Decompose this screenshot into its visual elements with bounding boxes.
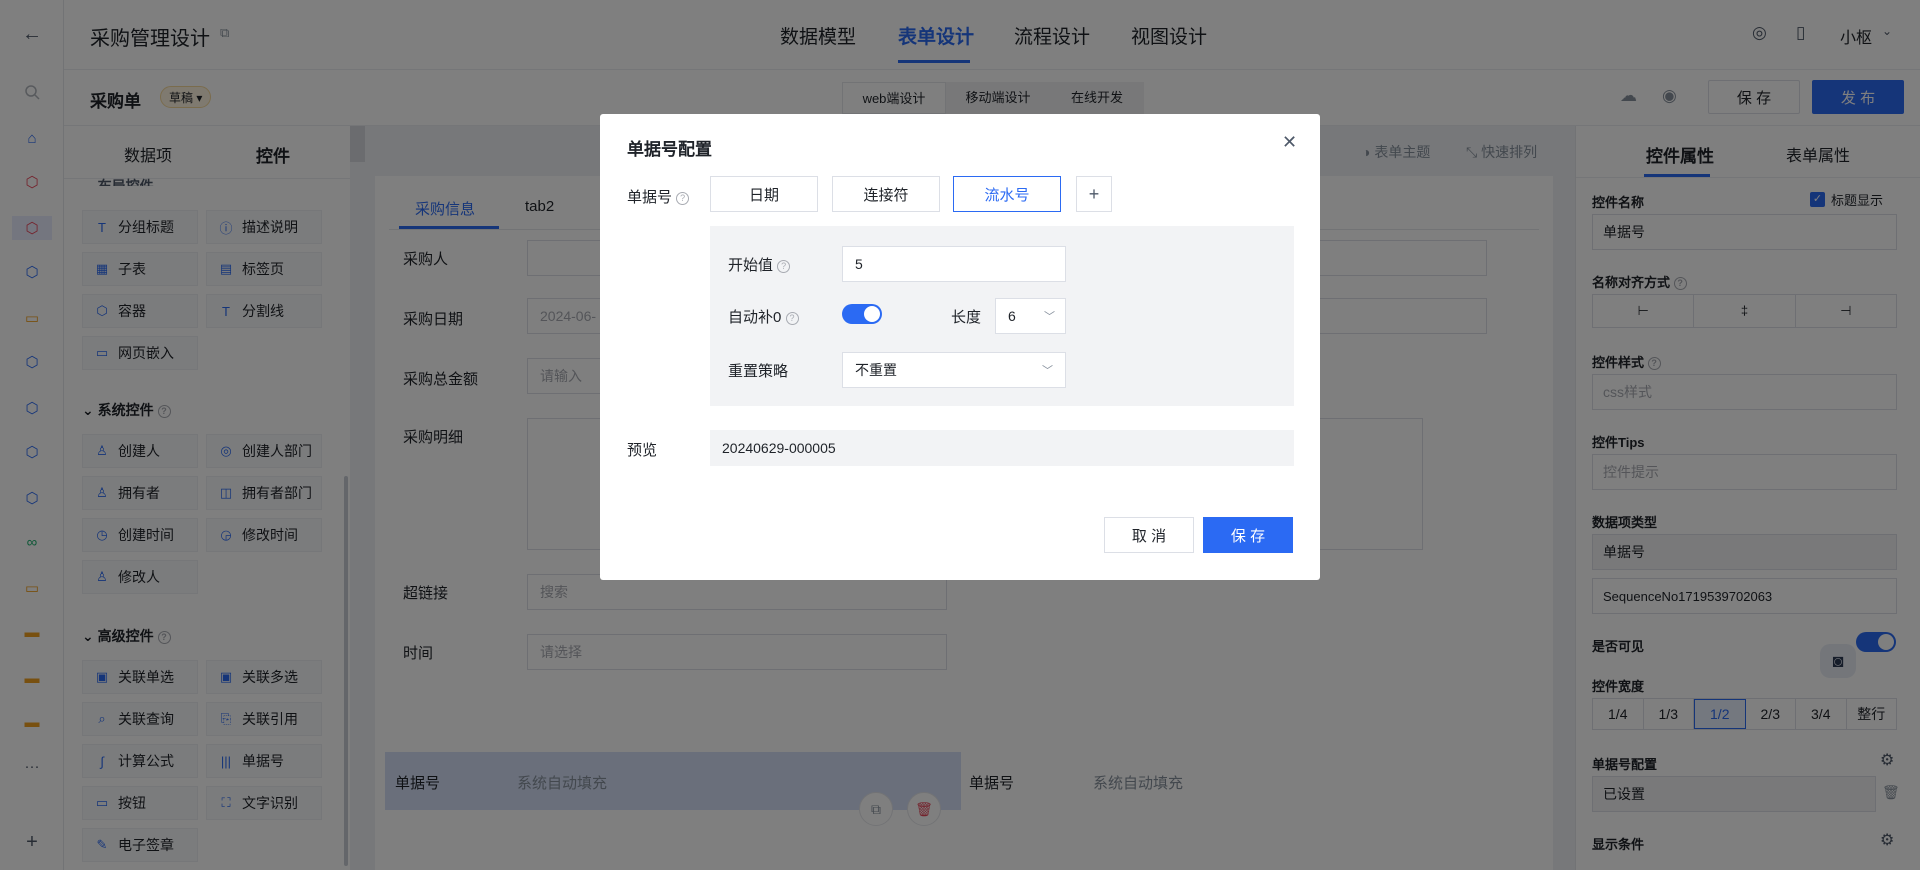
cancel-button[interactable]: 取 消 <box>1104 517 1194 553</box>
docno-config-dialog: 单据号配置 ✕ 单据号 ? 日期 连接符 流水号 + 开始值 ? 5 自动补0 … <box>600 114 1320 580</box>
start-value-text: 开始值 <box>728 257 774 274</box>
autopad-label: 自动补0 ? <box>728 306 799 327</box>
length-label: 长度 <box>951 309 982 326</box>
docno-rule-label: 单据号 ? <box>627 186 690 207</box>
chevron-down-icon: ﹀ <box>1042 365 1053 377</box>
autopad-text: 自动补0 <box>728 309 782 326</box>
dialog-title: 单据号配置 <box>627 140 712 159</box>
part-connector-button[interactable]: 连接符 <box>832 176 940 212</box>
add-part-button[interactable]: + <box>1076 176 1112 212</box>
chevron-down-icon: ﹀ <box>1044 311 1055 323</box>
preview-label: 预览 <box>627 442 658 459</box>
preview-value: 20240629-000005 <box>710 430 1294 466</box>
close-icon[interactable]: ✕ <box>1282 132 1297 153</box>
help-icon: ? <box>777 259 791 273</box>
reset-policy-select[interactable]: 不重置 ﹀ <box>842 352 1066 388</box>
reset-policy-value: 不重置 <box>855 362 897 378</box>
docno-rule-text: 单据号 <box>627 189 673 206</box>
help-icon: ? <box>785 311 799 325</box>
help-icon: ? <box>676 191 690 205</box>
reset-policy-label: 重置策略 <box>728 363 789 380</box>
length-select[interactable]: 6 ﹀ <box>995 298 1066 334</box>
length-value: 6 <box>1008 308 1016 324</box>
start-value-label: 开始值 ? <box>728 254 791 275</box>
start-value-input[interactable]: 5 <box>842 246 1066 282</box>
part-date-button[interactable]: 日期 <box>710 176 818 212</box>
part-serial-button[interactable]: 流水号 <box>953 176 1061 212</box>
dialog-save-button[interactable]: 保 存 <box>1203 517 1293 553</box>
autopad-toggle[interactable] <box>842 304 882 324</box>
